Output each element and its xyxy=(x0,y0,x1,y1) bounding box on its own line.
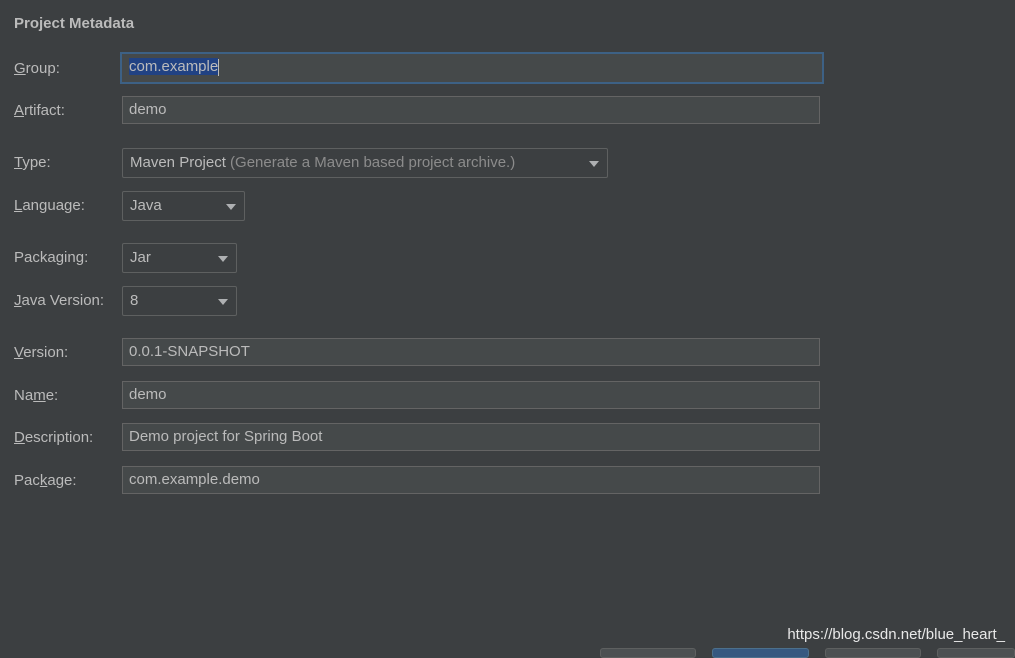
language-dropdown[interactable]: Java xyxy=(122,191,245,221)
package-label: Package: xyxy=(14,472,77,489)
help-button[interactable] xyxy=(937,648,1015,658)
section-title: Project Metadata xyxy=(14,15,135,32)
java-version-row: Java Version: 8 xyxy=(0,285,1015,317)
group-label: Group: xyxy=(14,60,60,77)
package-input[interactable]: com.example.demo xyxy=(122,466,820,494)
text-caret xyxy=(218,58,220,76)
group-input-value: com.example xyxy=(129,58,219,75)
artifact-input[interactable]: demo xyxy=(122,96,820,124)
artifact-label: Artifact: xyxy=(14,102,65,119)
packaging-dropdown[interactable]: Jar xyxy=(122,243,237,273)
packaging-dropdown-value: Jar xyxy=(130,249,151,266)
java-version-label: Java Version: xyxy=(14,292,105,309)
chevron-down-icon xyxy=(218,299,228,305)
group-input[interactable]: com.example xyxy=(120,52,824,84)
type-dropdown-hint: (Generate a Maven based project archive.… xyxy=(230,154,516,171)
java-version-dropdown-value: 8 xyxy=(130,292,139,309)
next-button[interactable] xyxy=(712,648,809,658)
java-version-dropdown[interactable]: 8 xyxy=(122,286,237,316)
packaging-row: Packaging: Jar xyxy=(0,242,1015,274)
artifact-row: Artifact: demo xyxy=(0,95,1015,127)
type-row: Type: Maven Project (Generate a Maven ba… xyxy=(0,147,1015,179)
previous-button[interactable] xyxy=(600,648,696,658)
chevron-down-icon xyxy=(218,256,228,262)
type-label: Type: xyxy=(14,154,51,171)
description-input[interactable]: Demo project for Spring Boot xyxy=(122,423,820,451)
description-label: Description: xyxy=(14,429,94,446)
name-row: Name: demo xyxy=(0,380,1015,412)
packaging-label: Packaging: xyxy=(14,249,89,266)
type-dropdown-value: Maven Project xyxy=(130,154,226,171)
description-row: Description: Demo project for Spring Boo… xyxy=(0,422,1015,454)
watermark-url: https://blog.csdn.net/blue_heart_ xyxy=(787,626,1005,643)
group-row: Group: com.example xyxy=(0,52,1015,85)
chevron-down-icon xyxy=(226,204,236,210)
type-dropdown[interactable]: Maven Project (Generate a Maven based pr… xyxy=(122,148,608,178)
language-row: Language: Java xyxy=(0,190,1015,222)
name-input[interactable]: demo xyxy=(122,381,820,409)
chevron-down-icon xyxy=(589,161,599,167)
version-input[interactable]: 0.0.1-SNAPSHOT xyxy=(122,338,820,366)
package-row: Package: com.example.demo xyxy=(0,465,1015,497)
version-row: Version: 0.0.1-SNAPSHOT xyxy=(0,337,1015,369)
language-label: Language: xyxy=(14,197,85,214)
language-dropdown-value: Java xyxy=(130,197,162,214)
version-label: Version: xyxy=(14,344,69,361)
name-label: Name: xyxy=(14,387,59,404)
cancel-button[interactable] xyxy=(825,648,921,658)
